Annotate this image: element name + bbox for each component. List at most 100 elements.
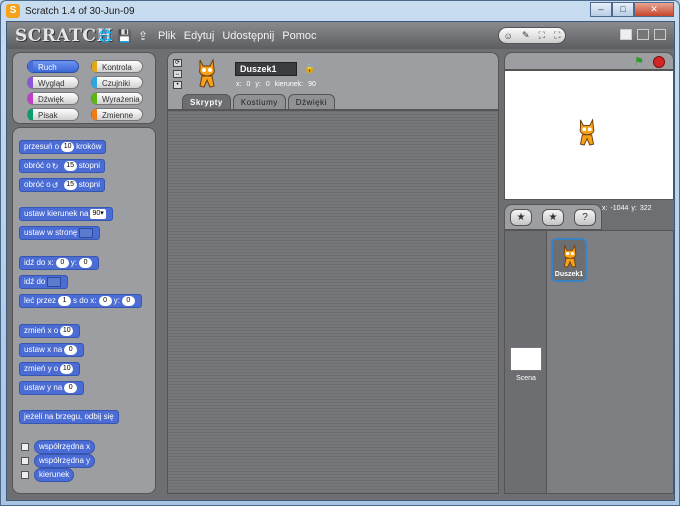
block-input[interactable]: 10 bbox=[60, 326, 74, 336]
grow-tool-icon[interactable]: ⛶ bbox=[539, 30, 545, 41]
reporter-ypos[interactable]: współrzędna y bbox=[34, 454, 96, 468]
category-operators[interactable]: Wyrażenia bbox=[91, 92, 143, 105]
share-icon[interactable]: ⇪ bbox=[136, 29, 150, 43]
tab-sounds[interactable]: Dźwięki bbox=[287, 94, 335, 109]
green-flag-icon[interactable]: ⚑ bbox=[634, 56, 646, 68]
block-change-y[interactable]: zmień y o 10 bbox=[19, 362, 81, 376]
block-text: obróć o bbox=[24, 161, 51, 170]
block-move[interactable]: przesuń o 10 kroków bbox=[19, 140, 107, 154]
category-motion[interactable]: Ruch bbox=[27, 60, 79, 73]
block-input[interactable]: 0 bbox=[121, 296, 135, 306]
category-looks[interactable]: Wygląd bbox=[27, 76, 79, 89]
rotation-left-right-icon[interactable]: ↔ bbox=[173, 70, 182, 78]
maximize-button[interactable]: □ bbox=[612, 2, 634, 17]
scratch-app-icon: S bbox=[6, 4, 20, 18]
block-input[interactable]: 0 bbox=[64, 345, 78, 355]
sprite-cat-icon bbox=[563, 244, 577, 268]
delete-tool-icon[interactable]: ✎ bbox=[522, 30, 530, 41]
reporter-row-xpos: współrzędna x bbox=[21, 440, 96, 454]
block-text: stopni bbox=[78, 180, 101, 189]
save-icon[interactable]: 💾 bbox=[117, 29, 132, 43]
block-bounce[interactable]: jeżeli na brzegu, odbij się bbox=[19, 410, 119, 424]
direction-checkbox[interactable] bbox=[21, 471, 29, 479]
block-dropdown[interactable] bbox=[79, 228, 94, 238]
block-input[interactable]: 10 bbox=[60, 364, 74, 374]
block-text: s do x: bbox=[73, 296, 97, 305]
block-input[interactable]: 10 bbox=[61, 142, 75, 152]
block-text: zmień y o bbox=[24, 364, 59, 373]
random-sprite-button[interactable]: ? bbox=[574, 208, 596, 226]
presentation-mode-icon[interactable] bbox=[654, 29, 666, 40]
block-text: przesuń o bbox=[24, 142, 60, 151]
scripts-area[interactable] bbox=[167, 110, 499, 494]
block-input[interactable]: 15 bbox=[63, 180, 77, 190]
block-input[interactable]: 0 bbox=[64, 383, 78, 393]
block-text: leć przez bbox=[24, 296, 57, 305]
tab-scripts[interactable]: Skrypty bbox=[182, 94, 231, 109]
block-change-x[interactable]: zmień x o 10 bbox=[19, 324, 81, 338]
xpos-checkbox[interactable] bbox=[21, 443, 29, 451]
block-point-towards[interactable]: ustaw w stronę bbox=[19, 226, 101, 240]
block-dropdown[interactable]: 90▾ bbox=[90, 209, 106, 219]
menu-edit[interactable]: Edytuj bbox=[184, 30, 215, 42]
block-glide[interactable]: leć przez 1 s do x: 0 y: 0 bbox=[19, 294, 142, 308]
menu-file[interactable]: Plik bbox=[158, 30, 176, 42]
block-turn-right[interactable]: obróć o ↻ 15 stopni bbox=[19, 159, 106, 173]
block-input[interactable]: 0 bbox=[55, 258, 69, 268]
tab-costumes[interactable]: Kostiumy bbox=[232, 94, 286, 109]
menu-help[interactable]: Pomoc bbox=[282, 30, 316, 42]
duplicate-tool-icon[interactable]: ☺ bbox=[504, 31, 513, 41]
reporter-direction[interactable]: kierunek bbox=[34, 468, 75, 482]
paint-new-sprite-button[interactable]: ★ bbox=[510, 208, 532, 226]
ypos-checkbox[interactable] bbox=[21, 457, 29, 465]
small-stage-icon[interactable] bbox=[637, 29, 649, 40]
stage[interactable] bbox=[504, 70, 674, 200]
minimize-button[interactable]: – bbox=[590, 2, 612, 17]
block-text: zmień x o bbox=[24, 326, 59, 335]
globe-icon[interactable]: 🌐 bbox=[98, 29, 113, 43]
block-input[interactable]: 0 bbox=[98, 296, 112, 306]
block-point-direction[interactable]: ustaw kierunek na 90▾ bbox=[19, 207, 113, 221]
block-set-y[interactable]: ustaw y na 0 bbox=[19, 381, 85, 395]
menu-share[interactable]: Udostępnij bbox=[222, 30, 274, 42]
category-variables[interactable]: Zmienne bbox=[91, 108, 143, 121]
block-goto[interactable]: idź do bbox=[19, 275, 69, 289]
block-text: kierunek bbox=[39, 470, 70, 479]
x-label: x: bbox=[236, 81, 242, 88]
category-pen[interactable]: Pisak bbox=[27, 108, 79, 121]
edit-tools: ☺ ✎ ⛶ ⛶ bbox=[498, 27, 566, 44]
stage-thumbnail[interactable] bbox=[510, 347, 542, 371]
category-sensing[interactable]: Czujniki bbox=[91, 76, 143, 89]
rotation-none-icon[interactable]: • bbox=[173, 81, 182, 89]
choose-sprite-file-button[interactable]: ★ bbox=[542, 208, 564, 226]
lock-icon[interactable]: 🔒 bbox=[304, 64, 315, 73]
y-value: 0 bbox=[265, 81, 270, 88]
close-button[interactable]: ✕ bbox=[634, 2, 674, 17]
block-turn-left[interactable]: obróć o ↺ 15 stopni bbox=[19, 178, 106, 192]
mouse-y-label: y: bbox=[631, 205, 637, 212]
y-label: y: bbox=[255, 81, 261, 88]
scratch-logo[interactable]: SCRATCH bbox=[15, 26, 112, 46]
block-text: współrzędna x bbox=[39, 442, 91, 451]
block-text: idź do x: bbox=[24, 258, 54, 267]
category-sound[interactable]: Dźwięk bbox=[27, 92, 79, 105]
stage-sprite-cat-icon[interactable] bbox=[573, 115, 601, 149]
title-bar[interactable]: S Scratch 1.4 of 30-Jun-09 – □ ✕ bbox=[1, 1, 679, 21]
stop-icon[interactable] bbox=[653, 56, 665, 68]
rotation-all-around-icon[interactable]: ⟳ bbox=[173, 59, 182, 67]
block-input[interactable]: 1 bbox=[58, 296, 72, 306]
block-input[interactable]: 0 bbox=[79, 258, 93, 268]
shrink-tool-icon[interactable]: ⛶ bbox=[554, 30, 560, 41]
block-set-x[interactable]: ustaw x na 0 bbox=[19, 343, 85, 357]
block-input[interactable]: 15 bbox=[63, 161, 77, 171]
reporter-xpos[interactable]: współrzędna x bbox=[34, 440, 96, 454]
sprite-name-field[interactable]: Duszek1 bbox=[235, 62, 297, 76]
block-text: ustaw y na bbox=[24, 383, 63, 392]
sprite-tile[interactable]: Duszek1 bbox=[551, 238, 587, 282]
category-control[interactable]: Kontrola bbox=[91, 60, 143, 73]
block-goto-xy[interactable]: idź do x: 0 y: 0 bbox=[19, 256, 100, 270]
block-dropdown[interactable] bbox=[47, 277, 62, 287]
normal-layout-icon[interactable] bbox=[620, 29, 632, 40]
sprite-info-panel: ⟳ ↔ • Duszek1 🔒 x: 0 y: 0 kierunek: 90 S… bbox=[167, 52, 499, 110]
block-text: kroków bbox=[76, 142, 102, 151]
